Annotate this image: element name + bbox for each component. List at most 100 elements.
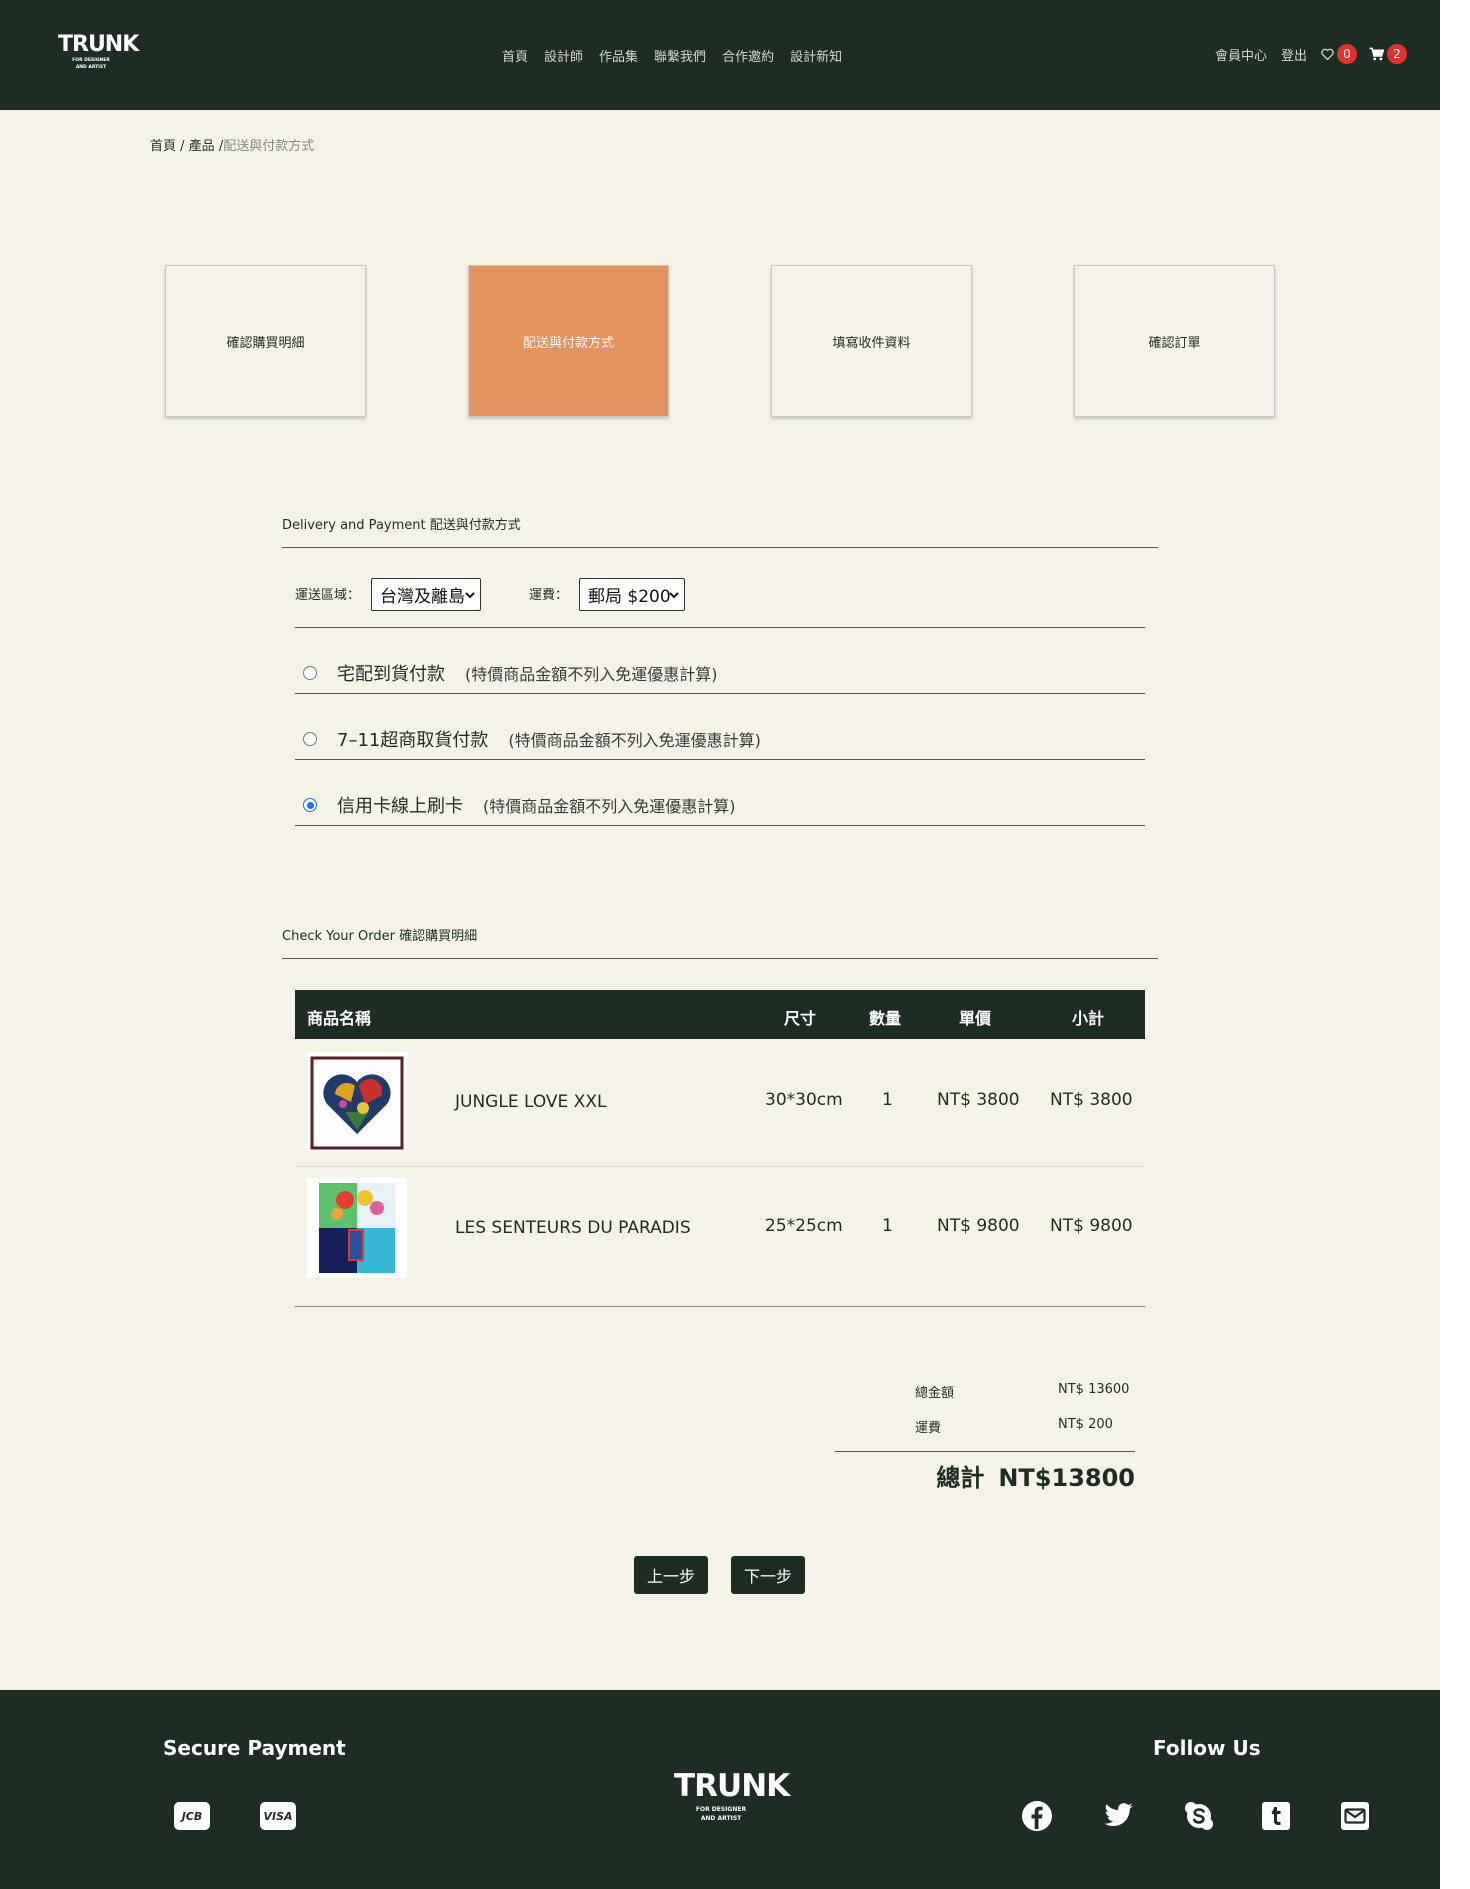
logo-tagline-1: FOR DESIGNER [695, 1806, 747, 1813]
payment-option-credit-card[interactable]: 信用卡線上刷卡 (特價商品金額不列入免運優惠計算) [295, 772, 1145, 838]
tumblr-icon[interactable] [1259, 1799, 1293, 1833]
product-size: 30*30cm [765, 1090, 843, 1110]
step-confirm-order[interactable]: 確認訂單 [1074, 265, 1275, 417]
nav-contact[interactable]: 聯繫我們 [654, 46, 706, 65]
payment-option-label: 宅配到貨付款 [337, 664, 445, 685]
divider [282, 958, 1158, 959]
heart-icon [1321, 48, 1334, 60]
column-header-size: 尺寸 [784, 1009, 817, 1028]
secure-payment-title: Secure Payment [163, 1736, 346, 1760]
payment-option-711-pickup-cod[interactable]: 7–11超商取貨付款 (特價商品金額不列入免運優惠計算) [295, 706, 1145, 772]
next-step-button[interactable]: 下一步 [731, 1556, 805, 1594]
brand-logo[interactable]: TRUNK FOR DESIGNER AND ARTIST [58, 32, 139, 70]
breadcrumb-separator: / [176, 139, 189, 154]
site-footer: Secure Payment JCB VISA TRUNK FOR DESIGN… [0, 1690, 1440, 1889]
product-name: JUNGLE LOVE XXL [455, 1092, 607, 1112]
column-header-qty: 數量 [869, 1009, 902, 1028]
page: TRUNK FOR DESIGNER AND ARTIST 首頁 設計師 作品集… [0, 0, 1440, 1889]
wishlist-button[interactable]: 0 [1321, 44, 1357, 64]
grand-total-label: 總計 [936, 1464, 985, 1492]
product-name: LES SENTEURS DU PARADIS [455, 1218, 691, 1238]
cart-count-badge: 2 [1387, 44, 1407, 64]
member-center-link[interactable]: 會員中心 [1215, 45, 1267, 64]
facebook-icon[interactable] [1020, 1799, 1054, 1833]
wishlist-count-badge: 0 [1337, 44, 1357, 64]
column-header-name: 商品名稱 [307, 1009, 372, 1028]
step-confirm-items[interactable]: 確認購買明細 [165, 265, 366, 417]
region-label: 運送區域： [295, 588, 361, 603]
shipping-fee-select[interactable]: 郵局 $200 [579, 578, 685, 611]
table-row: LES SENTEURS DU PARADIS 25*25cm 1 NT$ 98… [295, 1166, 1145, 1291]
divider [282, 547, 1158, 548]
payment-option-label: 7–11超商取貨付款 [337, 730, 489, 751]
main-nav: 首頁 設計師 作品集 聯繫我們 合作邀約 設計新知 [502, 46, 842, 65]
divider [295, 627, 1145, 628]
nav-designers[interactable]: 設計師 [544, 46, 583, 65]
cart-button[interactable]: 2 [1369, 44, 1407, 64]
nav-portfolio[interactable]: 作品集 [599, 46, 638, 65]
delivery-section-title: Delivery and Payment 配送與付款方式 [282, 518, 521, 533]
product-image-heart-artwork [310, 1056, 404, 1150]
region-select-value: 台灣及離島 [380, 587, 465, 607]
payment-option-note: (特價商品金額不列入免運優惠計算) [465, 665, 718, 684]
product-thumbnail[interactable] [307, 1052, 407, 1152]
step-shipping-info[interactable]: 填寫收件資料 [771, 265, 972, 417]
skype-icon[interactable] [1182, 1799, 1216, 1833]
header-user-area: 會員中心 登出 0 2 [1215, 44, 1407, 64]
product-qty: 1 [882, 1090, 893, 1110]
shipping-fee-select-value: 郵局 $200 [588, 587, 671, 607]
product-subtotal: NT$ 3800 [1050, 1090, 1133, 1110]
cart-icon [1369, 47, 1384, 61]
payment-option-note: (特價商品金額不列入免運優惠計算) [483, 797, 736, 816]
total-amount-label: 總金額 [915, 1386, 955, 1401]
product-price: NT$ 9800 [937, 1216, 1020, 1236]
breadcrumb-products[interactable]: 產品 [189, 139, 215, 154]
site-header: TRUNK FOR DESIGNER AND ARTIST 首頁 設計師 作品集… [0, 0, 1440, 110]
nav-cooperation[interactable]: 合作邀約 [722, 46, 774, 65]
logo-tagline-2: AND ARTIST [700, 1815, 742, 1823]
radio-button-selected[interactable] [303, 798, 317, 812]
chevron-down-icon [465, 592, 475, 599]
previous-step-button[interactable]: 上一步 [634, 1556, 708, 1594]
divider [295, 759, 1145, 760]
total-amount-value: NT$ 13600 [1058, 1382, 1130, 1397]
column-header-subtotal: 小計 [1072, 1009, 1105, 1028]
divider [295, 825, 1145, 826]
radio-button[interactable] [303, 732, 317, 746]
step-delivery-payment[interactable]: 配送與付款方式 [468, 265, 669, 417]
order-section-title: Check Your Order 確認購買明細 [282, 929, 478, 944]
product-subtotal: NT$ 9800 [1050, 1216, 1133, 1236]
product-thumbnail[interactable] [307, 1178, 407, 1278]
visa-icon: VISA [260, 1802, 296, 1830]
breadcrumb-home[interactable]: 首頁 [150, 139, 176, 154]
logo-tagline-1: FOR DESIGNER [72, 58, 110, 63]
region-select[interactable]: 台灣及離島 [371, 578, 481, 611]
product-image-flower-vase-artwork [319, 1183, 395, 1273]
breadcrumb: 首頁 / 產品 /配送與付款方式 [150, 135, 314, 154]
shipping-fee-value: NT$ 200 [1058, 1417, 1113, 1432]
radio-button[interactable] [303, 666, 317, 680]
payment-option-home-delivery-cod[interactable]: 宅配到貨付款 (特價商品金額不列入免運優惠計算) [295, 640, 1145, 706]
grand-total-value: NT$13800 [998, 1464, 1135, 1492]
footer-logo[interactable]: TRUNK FOR DESIGNER AND ARTIST [674, 1768, 790, 1823]
jcb-icon: JCB [174, 1802, 210, 1830]
logo-wordmark: TRUNK [674, 1768, 790, 1804]
breadcrumb-separator: / [214, 139, 224, 154]
payment-option-note: (特價商品金額不列入免運優惠計算) [508, 731, 761, 750]
divider [295, 693, 1145, 694]
fee-label: 運費： [529, 588, 569, 603]
twitter-icon[interactable] [1101, 1799, 1135, 1833]
chevron-down-icon [669, 592, 679, 599]
shipping-fee-label: 運費 [915, 1421, 942, 1436]
follow-us-title: Follow Us [1153, 1736, 1261, 1760]
payment-option-label: 信用卡線上刷卡 [337, 796, 463, 817]
divider [295, 1306, 1145, 1307]
nav-news[interactable]: 設計新知 [790, 46, 842, 65]
nav-home[interactable]: 首頁 [502, 46, 528, 65]
email-icon[interactable] [1338, 1799, 1372, 1833]
order-table-header: 商品名稱 尺寸 數量 單價 小計 [295, 990, 1145, 1039]
logo-tagline-2: AND ARTIST [75, 64, 107, 70]
logout-link[interactable]: 登出 [1281, 45, 1307, 64]
grand-total: 總計 NT$13800 [936, 1458, 1135, 1493]
table-row: JUNGLE LOVE XXL 30*30cm 1 NT$ 3800 NT$ 3… [295, 1040, 1145, 1165]
